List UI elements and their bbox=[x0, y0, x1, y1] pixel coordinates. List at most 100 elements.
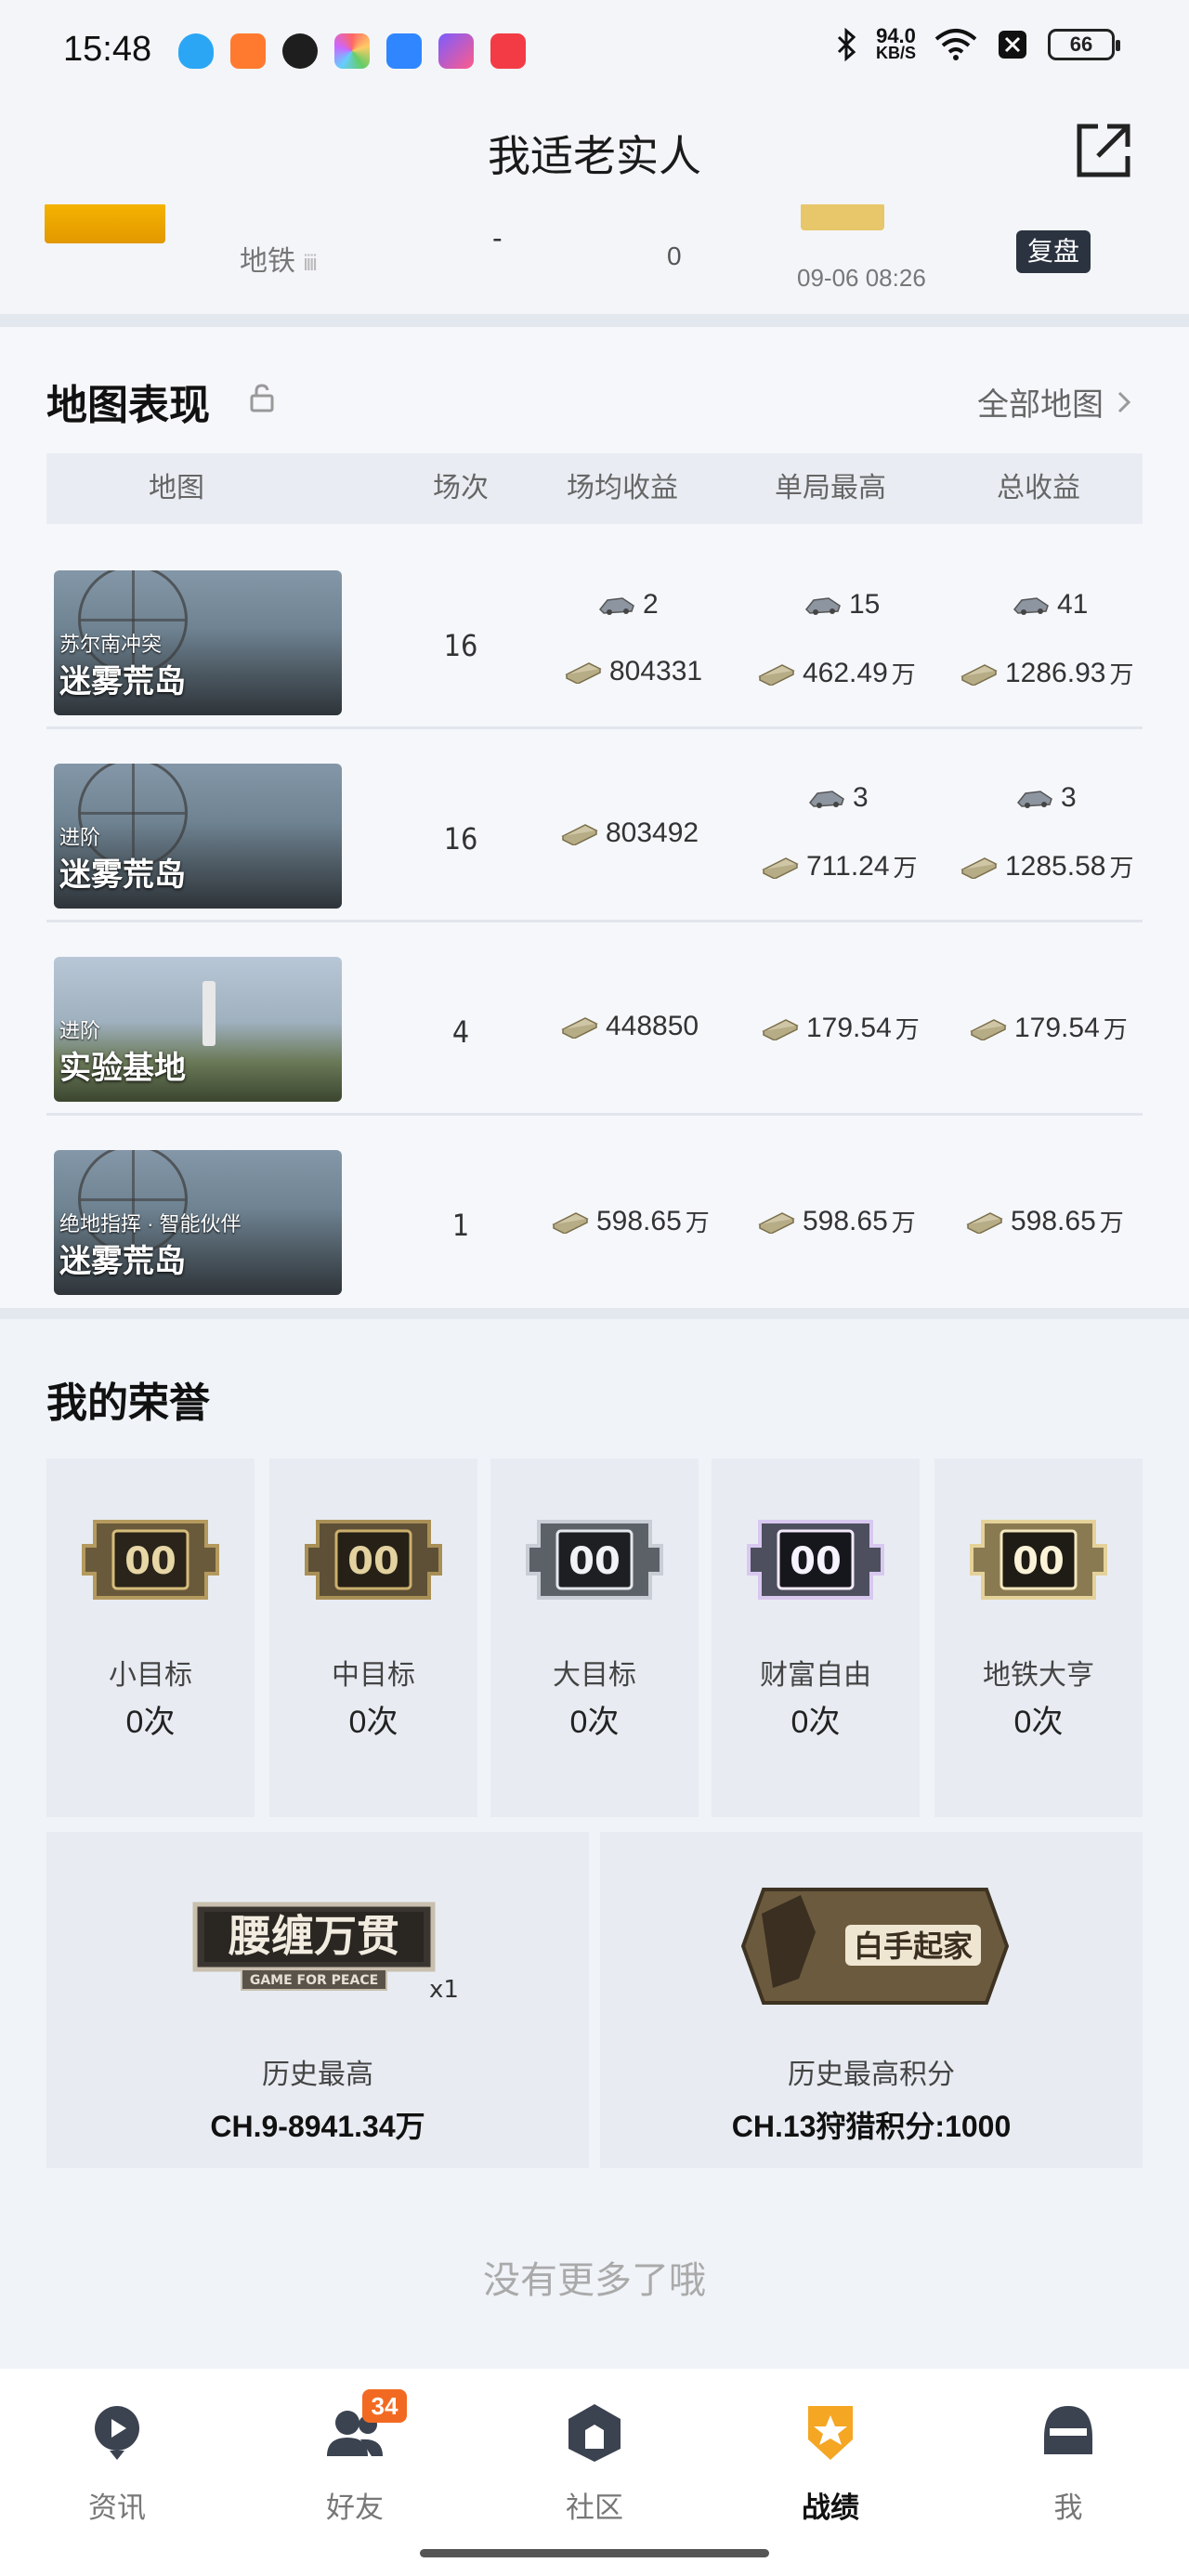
best-money: 462.49 万 bbox=[758, 656, 916, 690]
cash-icon bbox=[762, 1018, 799, 1040]
games-count: 16 bbox=[443, 628, 478, 663]
column-header-games: 场次 bbox=[433, 473, 489, 503]
wechat-icon bbox=[282, 33, 318, 69]
svg-text:00: 00 bbox=[790, 1540, 842, 1583]
files-icon bbox=[386, 33, 422, 69]
replay-button[interactable]: 复盘 bbox=[1016, 230, 1091, 273]
squad-size-icon: iiii bbox=[303, 251, 317, 276]
cash-icon bbox=[960, 856, 998, 879]
vehicle-icon bbox=[1013, 597, 1049, 615]
status-time: 15:48 bbox=[63, 30, 152, 69]
svg-text:00: 00 bbox=[1013, 1540, 1065, 1583]
badge-count: 0次 bbox=[125, 1705, 176, 1740]
cash-icon bbox=[960, 663, 998, 686]
games-count: 16 bbox=[443, 821, 478, 856]
star-app-icon bbox=[438, 33, 474, 69]
svg-text:白手起家: 白手起家 bbox=[854, 1929, 973, 1964]
map-thumbnail: 进阶 实验基地 bbox=[54, 957, 342, 1102]
cash-icon bbox=[970, 1018, 1007, 1040]
money-stack-icon bbox=[801, 204, 884, 230]
notification-badge: 34 bbox=[362, 2389, 407, 2423]
previous-record-row[interactable]: 地铁 iiii - 0 09-06 08:26 复盘 bbox=[0, 204, 1189, 314]
badge-name: 小目标 bbox=[109, 1660, 192, 1691]
section-divider bbox=[0, 314, 1189, 327]
avg-money: 448850 bbox=[561, 1011, 699, 1042]
title-bar: 我适老实人 bbox=[0, 102, 1189, 204]
home-indicator[interactable] bbox=[420, 2549, 769, 2557]
svg-text:x1: x1 bbox=[429, 1976, 459, 2004]
badge-name: 中目标 bbox=[332, 1660, 415, 1691]
mode-label: 绝地指挥 · 智能伙伴 bbox=[59, 1212, 242, 1236]
holo-badge-icon: 00 bbox=[747, 1520, 884, 1600]
section-title: 地图表现 bbox=[46, 383, 210, 428]
vehicle-icon bbox=[598, 597, 634, 615]
map-name: 实验基地 bbox=[59, 1051, 186, 1086]
nav-label: 好友 bbox=[326, 2491, 384, 2524]
honor-badge-card[interactable]: 00 中目标 0次 bbox=[269, 1458, 477, 1817]
record-label: 历史最高 bbox=[262, 2059, 373, 2090]
badge-name: 大目标 bbox=[553, 1660, 636, 1691]
honor-section: 我的荣誉 00 小目标 0次 00 中目标 0次 00 大目标 0次 00 财富… bbox=[0, 1319, 1189, 2369]
column-header-map: 地图 bbox=[149, 473, 204, 503]
record-map: 地铁 iiii bbox=[240, 246, 318, 277]
silver-badge-icon: 00 bbox=[526, 1520, 663, 1600]
nav-item-record[interactable]: 战绩 bbox=[738, 2389, 923, 2529]
record-card-highest[interactable]: 腰缠万贯 GAME FOR PEACE x1 历史最高 CH.9-8941.34… bbox=[46, 1832, 589, 2168]
honor-badge-card[interactable]: 00 财富自由 0次 bbox=[712, 1458, 920, 1817]
avg-money: 803492 bbox=[561, 817, 699, 849]
table-row[interactable]: 进阶 实验基地 4 448850 179.54 万 179.54 万 bbox=[46, 914, 1143, 1107]
badge-count: 0次 bbox=[790, 1705, 841, 1740]
nav-label: 资讯 bbox=[88, 2491, 146, 2524]
cash-icon bbox=[762, 856, 799, 879]
record-icon bbox=[808, 2406, 853, 2460]
honor-badge-card[interactable]: 00 小目标 0次 bbox=[46, 1458, 255, 1817]
best-vehicle: 3 bbox=[808, 782, 869, 814]
record-value: CH.9-8941.34万 bbox=[210, 2110, 425, 2143]
status-bar: 15:48 94.0 KB/S 66 bbox=[0, 0, 1189, 102]
all-maps-link[interactable]: 全部地图 bbox=[977, 379, 1131, 425]
wifi-icon bbox=[934, 29, 977, 60]
bronze-badge-icon: 00 bbox=[305, 1520, 442, 1600]
svg-text:GAME FOR PEACE: GAME FOR PEACE bbox=[250, 1973, 378, 1988]
badge-count: 0次 bbox=[569, 1705, 620, 1740]
nav-item-community[interactable]: 社区 bbox=[502, 2389, 687, 2529]
nav-item-friends[interactable]: 34 好友 bbox=[262, 2389, 448, 2529]
table-row[interactable]: 绝地指挥 · 智能伙伴 迷雾荒岛 1 598.65 万 598.65 万 598.6… bbox=[46, 1107, 1143, 1301]
map-thumbnail: 进阶 迷雾荒岛 bbox=[54, 764, 342, 909]
qq-icon bbox=[178, 33, 214, 69]
nav-item-profile[interactable]: 我 bbox=[975, 2389, 1161, 2529]
network-speed: 94.0 KB/S bbox=[875, 24, 916, 62]
all-maps-label: 全部地图 bbox=[977, 387, 1104, 423]
total-money: 1285.58 万 bbox=[960, 849, 1133, 883]
share-icon[interactable] bbox=[1070, 117, 1137, 184]
honor-badge-card[interactable]: 00 大目标 0次 bbox=[490, 1458, 699, 1817]
best-vehicle: 15 bbox=[804, 589, 880, 621]
total-money: 179.54 万 bbox=[970, 1011, 1128, 1045]
gold-badge-icon: 00 bbox=[970, 1520, 1107, 1600]
honor-badge-card[interactable]: 00 地铁大亨 0次 bbox=[934, 1458, 1143, 1817]
table-row[interactable]: 苏尔南冲突 迷雾荒岛 16 2 804331 15 462.49 万 41 128… bbox=[46, 528, 1143, 721]
no-sim-icon bbox=[999, 31, 1026, 59]
total-money: 598.65 万 bbox=[966, 1204, 1124, 1238]
avg-money: 804331 bbox=[565, 656, 702, 687]
mode-label: 苏尔南冲突 bbox=[59, 633, 163, 656]
games-count: 4 bbox=[451, 1014, 470, 1050]
total-vehicle: 3 bbox=[1016, 782, 1077, 814]
nav-item-news[interactable]: 资讯 bbox=[24, 2389, 210, 2529]
game-app-icon bbox=[230, 33, 266, 69]
table-row[interactable]: 进阶 迷雾荒岛 16 803492 3 711.24 万 3 1285.58 万 bbox=[46, 721, 1143, 914]
section-title: 我的荣誉 bbox=[46, 1380, 210, 1426]
best-money: 711.24 万 bbox=[762, 849, 918, 883]
lock-icon[interactable] bbox=[249, 383, 275, 412]
best-money: 598.65 万 bbox=[758, 1204, 916, 1238]
record-card-score[interactable]: 白手起家 历史最高积分 CH.13狩猎积分:1000 bbox=[600, 1832, 1143, 2168]
record-value: CH.13狩猎积分:1000 bbox=[731, 2110, 1012, 2143]
wolf-plaque-icon: 白手起家 bbox=[740, 1888, 1010, 2005]
cash-icon bbox=[561, 824, 598, 845]
badge-count: 0次 bbox=[348, 1705, 399, 1740]
cash-icon bbox=[565, 662, 602, 684]
cash-icon bbox=[966, 1211, 1003, 1234]
photos-icon bbox=[334, 33, 370, 69]
map-thumbnail: 苏尔南冲突 迷雾荒岛 bbox=[54, 570, 342, 715]
music-icon bbox=[490, 33, 526, 69]
